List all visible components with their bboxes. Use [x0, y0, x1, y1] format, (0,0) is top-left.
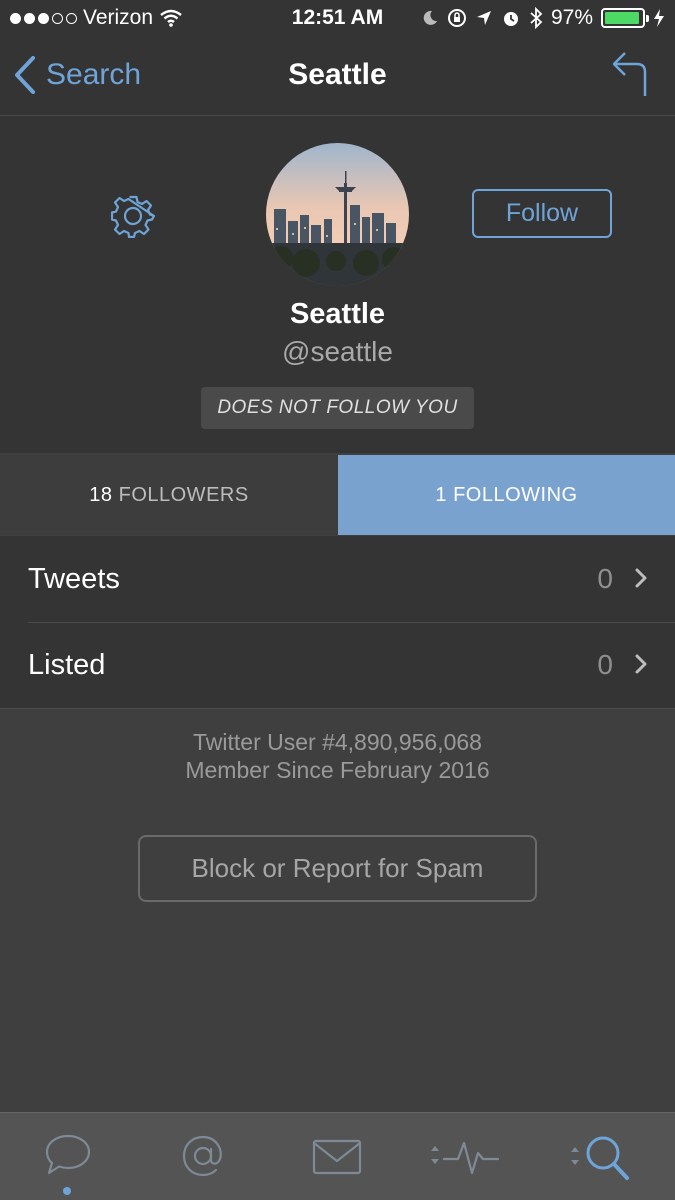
followers-count: 18 [89, 483, 113, 506]
tab-timeline[interactable] [44, 1133, 92, 1182]
moon-icon [423, 10, 437, 25]
chevron-right-icon [635, 568, 647, 588]
follow-button[interactable]: Follow [472, 189, 612, 238]
following-count: 1 [435, 483, 448, 506]
list-item-label: Listed [28, 648, 106, 681]
envelope-icon [312, 1139, 362, 1175]
reply-button[interactable] [611, 50, 649, 103]
tab-messages[interactable] [312, 1139, 362, 1180]
member-since: Member Since February 2016 [185, 757, 490, 783]
battery-percent: 97% [550, 6, 593, 29]
list-item-count: 0 [597, 649, 613, 680]
orientation-lock-icon [447, 9, 466, 27]
seattle-skyline-image [266, 143, 409, 286]
list-item-listed[interactable]: Listed 0 [0, 622, 675, 708]
tab-followers[interactable]: 18 FOLLOWERS [0, 455, 338, 535]
list-item-label: Tweets [28, 562, 120, 595]
bottom-tab-bar [0, 1112, 675, 1200]
activity-pulse-icon [431, 1141, 500, 1175]
bluetooth-icon [530, 7, 543, 29]
tab-search[interactable] [570, 1133, 632, 1186]
chevron-right-icon [635, 654, 647, 674]
charging-icon [654, 9, 664, 27]
tab-activity[interactable] [428, 1137, 500, 1182]
followers-label: FOLLOWERS [118, 483, 249, 506]
reply-arrow-icon [612, 52, 647, 96]
tab-mentions[interactable] [180, 1133, 226, 1184]
account-meta: Twitter User #4,890,956,068 Member Since… [0, 728, 675, 784]
user-number: Twitter User #4,890,956,068 [193, 729, 482, 755]
list-item-count: 0 [597, 563, 613, 594]
speech-bubble-icon [45, 1134, 91, 1175]
location-icon [476, 11, 491, 25]
follow-tabs: 18 FOLLOWERS 1 FOLLOWING [0, 455, 675, 535]
follow-status-badge: DOES NOT FOLLOW YOU [201, 387, 474, 429]
user-handle: @seattle [282, 336, 393, 367]
gear-icon [110, 195, 156, 239]
display-name: Seattle [289, 298, 386, 330]
profile-stats-list: Tweets 0 Listed 0 [0, 536, 675, 709]
profile-header: Follow Seattle @seattle DOES NOT FOLLOW … [0, 116, 675, 453]
active-tab-indicator [63, 1187, 71, 1195]
block-report-button[interactable]: Block or Report for Spam [138, 835, 537, 902]
page-title: Seattle [288, 58, 387, 91]
avatar[interactable] [266, 143, 409, 286]
list-item-tweets[interactable]: Tweets 0 [0, 536, 675, 622]
nav-bar: Search Seattle [0, 38, 675, 116]
at-sign-icon [182, 1135, 222, 1177]
tab-following[interactable]: 1 FOLLOWING [338, 455, 675, 535]
settings-button[interactable] [110, 194, 156, 243]
battery-icon [601, 8, 649, 28]
magnifier-icon [571, 1136, 629, 1180]
following-label: FOLLOWING [453, 483, 578, 506]
alarm-icon [503, 12, 518, 26]
status-right: 97% [421, 6, 665, 30]
status-bar: Verizon 12:51 AM 97% [0, 0, 675, 38]
